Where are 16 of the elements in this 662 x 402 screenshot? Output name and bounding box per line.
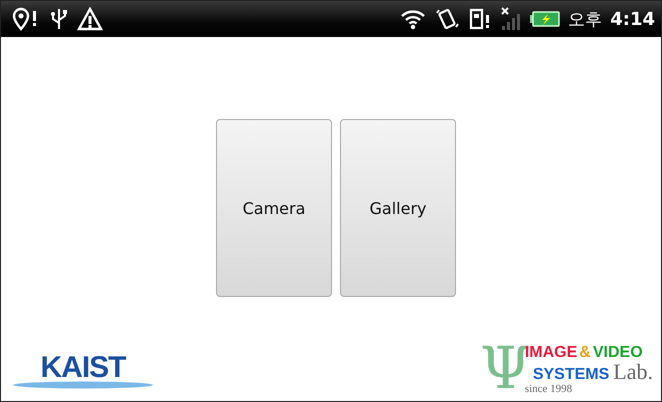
wifi-icon bbox=[400, 8, 426, 30]
clock-time: 4:14 bbox=[610, 8, 655, 30]
swoosh-icon bbox=[13, 381, 153, 389]
logo-text: KAIST bbox=[40, 353, 126, 383]
no-signal-icon bbox=[500, 6, 522, 32]
logo-word: & bbox=[579, 345, 591, 361]
clock-period: 오후 bbox=[568, 8, 602, 30]
logo-word: Lab. bbox=[613, 361, 653, 383]
app-button[interactable]: Camera bbox=[216, 119, 332, 297]
vibrate-icon bbox=[434, 7, 460, 31]
app-button[interactable]: Gallery bbox=[340, 119, 456, 297]
battery-charging-icon bbox=[530, 11, 560, 27]
logo-word: SYSTEMS bbox=[532, 367, 610, 383]
usb-icon bbox=[49, 7, 69, 31]
logo-word: VIDEO bbox=[592, 345, 643, 361]
warning-icon bbox=[77, 7, 103, 31]
